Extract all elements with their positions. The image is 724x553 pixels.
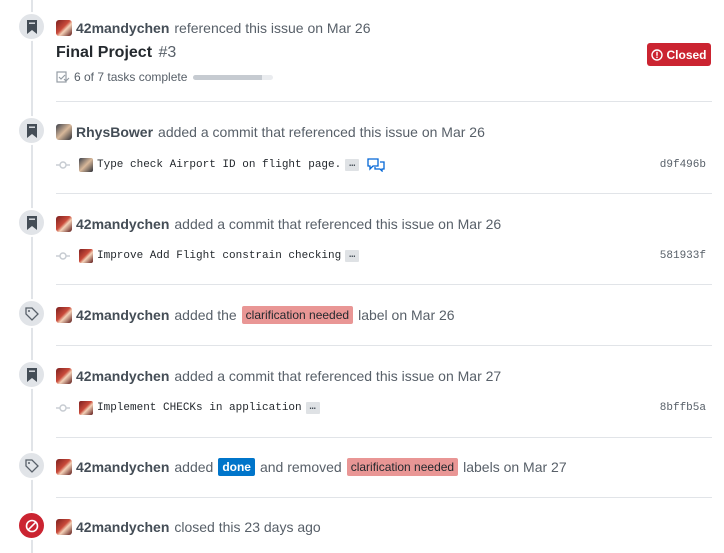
author-link[interactable]: 42mandychen xyxy=(76,214,169,234)
git-commit-icon xyxy=(56,252,70,260)
divider xyxy=(56,284,712,285)
expand-commit-button[interactable]: … xyxy=(345,250,360,262)
tag-icon xyxy=(17,299,46,328)
avatar[interactable] xyxy=(56,368,72,384)
bookmark-icon xyxy=(17,208,46,237)
commit-row: Implement CHECKs in application … 8bffb5… xyxy=(56,398,706,418)
event-text: added xyxy=(174,459,214,475)
avatar[interactable] xyxy=(79,158,93,172)
event-text: added the xyxy=(174,307,237,323)
event-label: 42mandychen added the clarification need… xyxy=(56,305,460,325)
task-count: 6 of 7 tasks complete xyxy=(74,70,188,84)
author-link[interactable]: 42mandychen xyxy=(76,18,169,38)
commit-message[interactable]: Implement CHECKs in application xyxy=(97,402,302,414)
event-commit-reference: 42mandychen added a commit that referenc… xyxy=(56,214,506,234)
author-link[interactable]: RhysBower xyxy=(76,122,153,142)
event-text[interactable]: added a commit that referenced this issu… xyxy=(174,366,501,386)
comment-discussion-icon[interactable] xyxy=(367,158,385,172)
commit-sha-link[interactable]: 581933f xyxy=(660,250,706,262)
label-clarification-needed[interactable]: clarification needed xyxy=(241,306,354,324)
event-text[interactable]: added a commit that referenced this issu… xyxy=(158,122,485,142)
label-done[interactable]: done xyxy=(218,458,255,476)
issue-title[interactable]: Final Project xyxy=(56,44,152,61)
author-link[interactable]: 42mandychen xyxy=(76,366,169,386)
avatar[interactable] xyxy=(79,249,93,263)
bookmark-icon xyxy=(17,360,46,389)
expand-commit-button[interactable]: … xyxy=(345,159,360,171)
avatar[interactable] xyxy=(56,459,72,475)
avatar[interactable] xyxy=(56,307,72,323)
avatar[interactable] xyxy=(56,216,72,232)
issue-title-link[interactable]: Final Project #3 xyxy=(56,44,176,62)
commit-sha-link[interactable]: 8bffb5a xyxy=(660,402,706,414)
commit-message[interactable]: Type check Airport ID on flight page. xyxy=(97,159,341,171)
circle-slash-icon xyxy=(17,511,46,540)
bookmark-icon xyxy=(17,12,46,41)
issue-state-label: Closed xyxy=(666,47,707,62)
divider xyxy=(56,437,712,438)
author-link[interactable]: 42mandychen xyxy=(76,457,169,477)
avatar[interactable] xyxy=(79,401,93,415)
event-text-middle: and removed xyxy=(259,459,342,475)
divider xyxy=(56,345,712,346)
bookmark-icon xyxy=(17,116,46,145)
commit-row: Improve Add Flight constrain checking … … xyxy=(56,246,706,266)
avatar[interactable] xyxy=(56,124,72,140)
event-text-after[interactable]: labels on Mar 27 xyxy=(463,457,567,477)
tag-icon xyxy=(17,451,46,480)
avatar[interactable] xyxy=(56,519,72,535)
divider xyxy=(56,497,712,498)
issue-closed-icon xyxy=(651,48,664,61)
event-text[interactable]: referenced this issue on Mar 26 xyxy=(174,18,370,38)
label-clarification-needed[interactable]: clarification needed xyxy=(346,458,459,476)
event-text[interactable]: added a commit that referenced this issu… xyxy=(174,214,501,234)
task-progress-bar xyxy=(193,74,274,80)
author-link[interactable]: 42mandychen xyxy=(76,517,169,537)
commit-message[interactable]: Improve Add Flight constrain checking xyxy=(97,250,341,262)
checklist-icon xyxy=(56,71,70,83)
event-labels-changed: 42mandychen added done and removed clari… xyxy=(56,457,572,477)
author-link[interactable]: 42mandychen xyxy=(76,305,169,325)
task-progress: 6 of 7 tasks complete xyxy=(56,70,274,84)
git-commit-icon xyxy=(56,161,70,169)
issue-number[interactable]: #3 xyxy=(158,44,176,61)
avatar[interactable] xyxy=(56,20,72,36)
task-progress-fill xyxy=(193,74,263,80)
issue-state-badge: Closed xyxy=(647,43,711,66)
event-text-after[interactable]: label on Mar 26 xyxy=(358,305,455,325)
expand-commit-button[interactable]: … xyxy=(305,402,320,414)
divider xyxy=(56,101,712,102)
event-commit-reference: 42mandychen added a commit that referenc… xyxy=(56,366,506,386)
divider xyxy=(56,193,712,194)
git-commit-icon xyxy=(56,404,70,412)
commit-row: Type check Airport ID on flight page. … … xyxy=(56,155,706,175)
event-text[interactable]: closed this 23 days ago xyxy=(174,517,320,537)
event-commit-reference: RhysBower added a commit that referenced… xyxy=(56,122,490,142)
commit-sha-link[interactable]: d9f496b xyxy=(660,159,706,171)
event-closed: 42mandychen closed this 23 days ago xyxy=(56,517,326,537)
event-reference: 42mandychen referenced this issue on Mar… xyxy=(56,18,375,38)
